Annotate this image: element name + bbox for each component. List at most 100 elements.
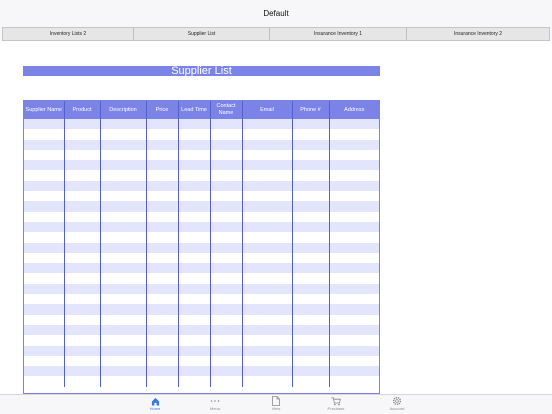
table-cell[interactable] [178, 201, 211, 212]
table-cell[interactable] [292, 324, 330, 336]
table-cell[interactable] [146, 160, 179, 171]
table-cell[interactable] [146, 180, 179, 192]
table-cell[interactable] [146, 119, 179, 130]
table-cell[interactable] [64, 314, 101, 325]
table-cell[interactable] [329, 232, 379, 243]
table-cell[interactable] [242, 180, 293, 192]
table-cell[interactable] [146, 324, 179, 336]
table-cell[interactable] [100, 191, 147, 202]
table-cell[interactable] [178, 191, 211, 202]
table-cell[interactable] [178, 252, 211, 264]
table-cell[interactable] [329, 180, 379, 192]
table-cell[interactable] [24, 129, 65, 140]
table-cell[interactable] [146, 129, 179, 140]
table-cell[interactable] [24, 201, 65, 212]
table-cell[interactable] [329, 221, 379, 233]
table-cell[interactable] [64, 211, 101, 222]
nav-view[interactable]: View [256, 396, 296, 414]
table-cell[interactable] [64, 129, 101, 140]
table-cell[interactable] [178, 376, 211, 387]
table-cell[interactable] [242, 129, 293, 140]
table-cell[interactable] [146, 366, 179, 377]
nav-purchase[interactable]: Purchase [316, 396, 356, 414]
table-cell[interactable] [64, 160, 101, 171]
table-cell[interactable] [292, 160, 330, 171]
table-cell[interactable] [100, 160, 147, 171]
table-cell[interactable] [24, 304, 65, 315]
table-cell[interactable] [24, 314, 65, 325]
table-cell[interactable] [329, 314, 379, 325]
table-cell[interactable] [210, 149, 243, 161]
table-cell[interactable] [64, 283, 101, 295]
table-cell[interactable] [242, 232, 293, 243]
table-cell[interactable] [242, 252, 293, 264]
column-header[interactable]: Address [329, 101, 379, 119]
table-cell[interactable] [100, 129, 147, 140]
table-cell[interactable] [100, 180, 147, 192]
table-cell[interactable] [24, 294, 65, 305]
table-cell[interactable] [100, 355, 147, 367]
table-cell[interactable] [178, 232, 211, 243]
table-cell[interactable] [210, 355, 243, 367]
table-cell[interactable] [292, 129, 330, 140]
table-cell[interactable] [146, 149, 179, 161]
table-cell[interactable] [210, 201, 243, 212]
table-cell[interactable] [64, 221, 101, 233]
table-cell[interactable] [329, 211, 379, 222]
table-cell[interactable] [64, 345, 101, 356]
table-cell[interactable] [292, 294, 330, 305]
table-cell[interactable] [178, 324, 211, 336]
table-cell[interactable] [329, 242, 379, 253]
table-cell[interactable] [292, 345, 330, 356]
table-cell[interactable] [178, 180, 211, 192]
table-cell[interactable] [146, 294, 179, 305]
table-cell[interactable] [210, 119, 243, 130]
table-cell[interactable] [210, 221, 243, 233]
table-cell[interactable] [242, 355, 293, 367]
table-cell[interactable] [24, 355, 65, 367]
column-header[interactable]: Supplier Name [24, 101, 65, 119]
table-cell[interactable] [242, 304, 293, 315]
table-cell[interactable] [329, 335, 379, 346]
table-cell[interactable] [210, 366, 243, 377]
table-cell[interactable] [210, 211, 243, 222]
table-cell[interactable] [329, 355, 379, 367]
table-cell[interactable] [24, 170, 65, 181]
table-cell[interactable] [329, 263, 379, 274]
table-cell[interactable] [329, 160, 379, 171]
table-cell[interactable] [329, 149, 379, 161]
table-cell[interactable] [242, 221, 293, 233]
table-cell[interactable] [292, 211, 330, 222]
table-cell[interactable] [292, 314, 330, 325]
table-cell[interactable] [100, 273, 147, 284]
table-cell[interactable] [210, 335, 243, 346]
column-header[interactable]: Lead Time [178, 101, 211, 119]
table-cell[interactable] [242, 160, 293, 171]
table-cell[interactable] [24, 119, 65, 130]
table-cell[interactable] [24, 335, 65, 346]
table-cell[interactable] [329, 304, 379, 315]
table-cell[interactable] [100, 304, 147, 315]
table-cell[interactable] [178, 304, 211, 315]
table-cell[interactable] [146, 252, 179, 264]
table-cell[interactable] [64, 119, 101, 130]
table-cell[interactable] [329, 139, 379, 150]
table-cell[interactable] [146, 242, 179, 253]
table-cell[interactable] [24, 191, 65, 202]
table-cell[interactable] [146, 345, 179, 356]
table-cell[interactable] [64, 263, 101, 274]
table-cell[interactable] [24, 139, 65, 150]
table-cell[interactable] [146, 221, 179, 233]
table-cell[interactable] [210, 170, 243, 181]
table-cell[interactable] [329, 366, 379, 377]
table-cell[interactable] [24, 376, 65, 387]
table-cell[interactable] [24, 324, 65, 336]
table-cell[interactable] [178, 314, 211, 325]
column-header[interactable]: Phone # [292, 101, 330, 119]
table-cell[interactable] [64, 252, 101, 264]
table-cell[interactable] [292, 139, 330, 150]
table-cell[interactable] [178, 366, 211, 377]
table-cell[interactable] [64, 191, 101, 202]
table-cell[interactable] [100, 119, 147, 130]
table-cell[interactable] [24, 149, 65, 161]
